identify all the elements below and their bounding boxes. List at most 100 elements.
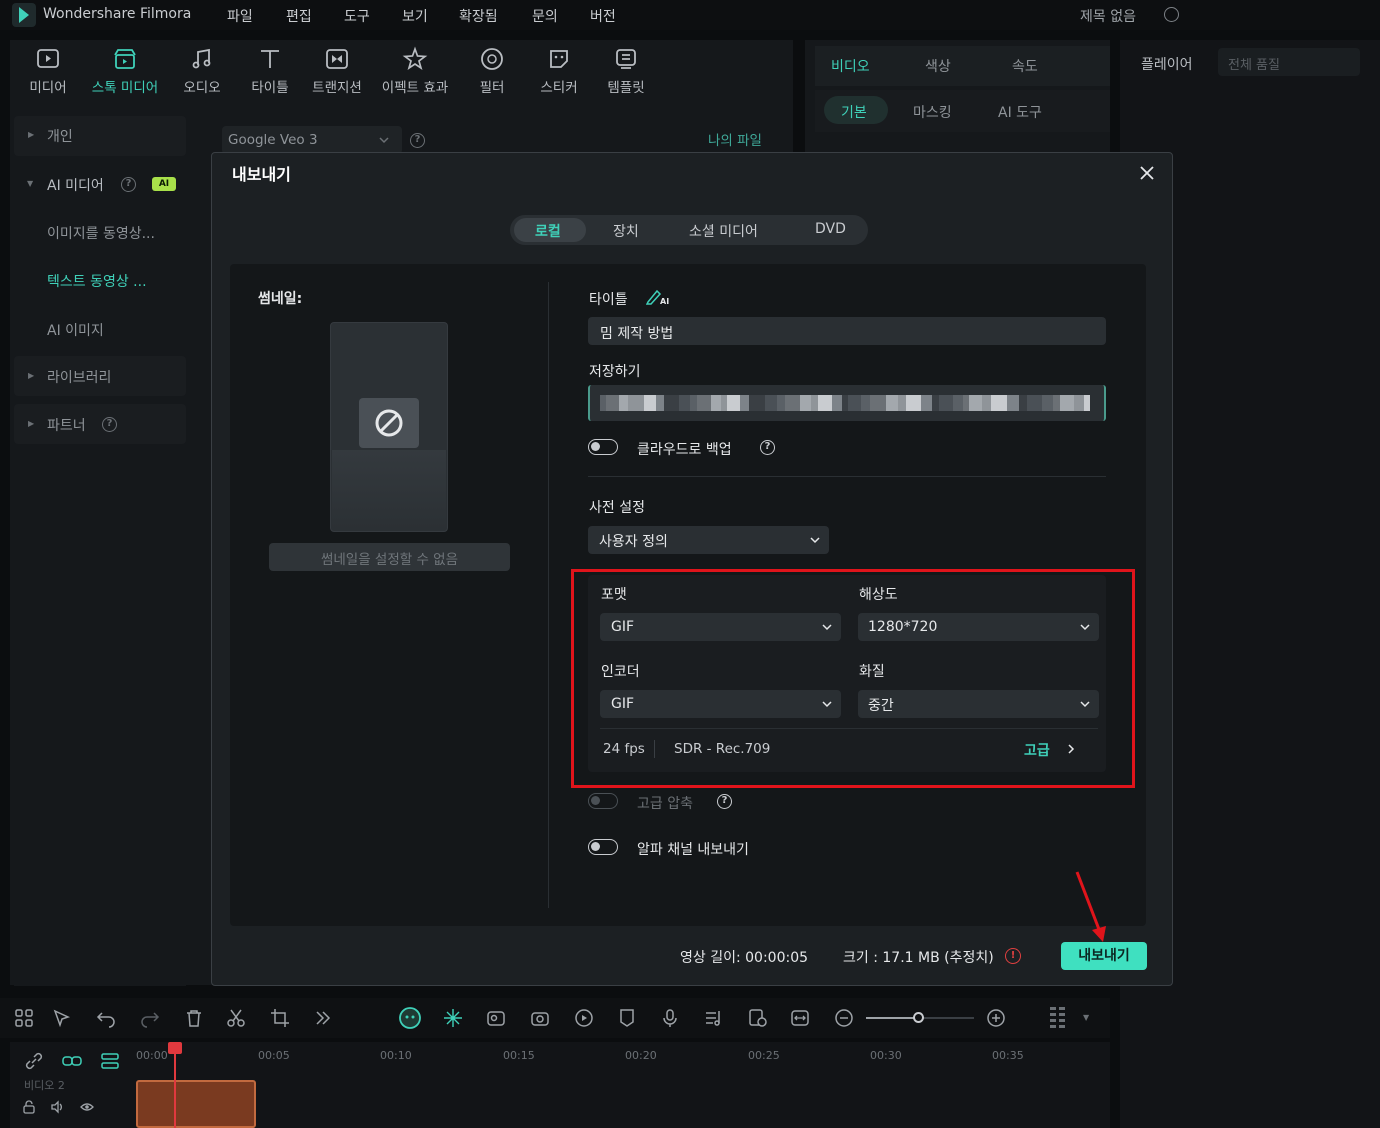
timeline-video-clip[interactable] bbox=[136, 1080, 256, 1128]
audio-mixer-icon[interactable] bbox=[704, 1008, 724, 1028]
visibility-eye-icon[interactable] bbox=[80, 1100, 94, 1114]
filmora-logo-icon bbox=[12, 3, 36, 27]
menu-tools[interactable]: 도구 bbox=[344, 6, 370, 26]
sticker-icon bbox=[546, 46, 572, 72]
sub-tab-masking[interactable]: 마스킹 bbox=[913, 102, 952, 122]
effects-icon bbox=[402, 46, 428, 72]
alpha-channel-toggle[interactable] bbox=[588, 839, 618, 855]
tab-color[interactable]: 색상 bbox=[925, 56, 951, 76]
toolbar-media[interactable]: 미디어 bbox=[13, 46, 83, 96]
delete-icon[interactable] bbox=[184, 1008, 204, 1028]
save-path-input[interactable] bbox=[588, 385, 1106, 421]
ai-badge: AI bbox=[152, 177, 176, 191]
timecode: 00:05 bbox=[258, 1049, 290, 1062]
crop-icon[interactable] bbox=[270, 1008, 290, 1028]
help-icon[interactable]: ? bbox=[760, 440, 775, 455]
playhead-handle[interactable] bbox=[168, 1042, 182, 1054]
advanced-compression-toggle[interactable] bbox=[588, 793, 618, 809]
help-icon[interactable]: ? bbox=[717, 794, 732, 809]
menu-file[interactable]: 파일 bbox=[227, 6, 253, 26]
split-icon[interactable] bbox=[226, 1008, 246, 1028]
ai-assistant-icon[interactable] bbox=[398, 1006, 422, 1030]
help-icon[interactable]: ? bbox=[121, 177, 136, 192]
library-item-label: 라이브러리 bbox=[47, 370, 112, 386]
more-tools-icon[interactable] bbox=[313, 1008, 333, 1028]
toolbar-templates[interactable]: 템플릿 bbox=[591, 46, 661, 96]
help-icon[interactable]: ? bbox=[102, 417, 117, 432]
track-manager-icon[interactable] bbox=[100, 1051, 120, 1071]
replace-media-icon[interactable] bbox=[748, 1008, 768, 1028]
toolbar-titles[interactable]: 타이틀 bbox=[235, 46, 305, 96]
tab-device[interactable]: 장치 bbox=[613, 221, 639, 241]
microphone-icon[interactable] bbox=[660, 1008, 680, 1028]
highlight-annotation bbox=[571, 569, 1135, 788]
dropdown-arrow-icon[interactable]: ▼ bbox=[1083, 1013, 1089, 1022]
select-tool-icon[interactable] bbox=[52, 1008, 72, 1028]
lock-icon[interactable] bbox=[22, 1100, 36, 1114]
toolbar-audio[interactable]: 오디오 bbox=[167, 46, 237, 96]
snapshot-icon[interactable] bbox=[530, 1008, 550, 1028]
alpha-channel-label: 알파 채널 내보내기 bbox=[637, 842, 749, 858]
undo-icon[interactable] bbox=[96, 1008, 116, 1028]
blurred-path-segment bbox=[818, 395, 832, 411]
fit-timeline-icon[interactable] bbox=[790, 1008, 810, 1028]
tab-speed[interactable]: 속도 bbox=[1012, 56, 1038, 76]
my-files-link[interactable]: 나의 파일 bbox=[708, 129, 762, 149]
library-item-ai-media[interactable]: AI 미디어 bbox=[47, 175, 104, 195]
library-item-personal[interactable] bbox=[14, 116, 186, 156]
toolbar-stock-media[interactable]: 스톡 미디어 bbox=[90, 46, 160, 96]
link-icon[interactable] bbox=[24, 1051, 44, 1071]
auto-highlight-icon[interactable] bbox=[443, 1008, 463, 1028]
toolbar-stickers[interactable]: 스티커 bbox=[524, 46, 594, 96]
blurred-path-segment bbox=[1060, 395, 1074, 411]
menu-help[interactable]: 문의 bbox=[532, 6, 558, 26]
tab-video[interactable]: 비디오 bbox=[831, 56, 870, 76]
ai-title-icon[interactable]: AI bbox=[646, 288, 670, 306]
sub-tab-ai-tools[interactable]: AI 도구 bbox=[998, 102, 1042, 122]
blurred-path-segment bbox=[1042, 395, 1053, 411]
marker-icon[interactable] bbox=[617, 1008, 637, 1028]
blurred-path-segment bbox=[777, 395, 785, 411]
blurred-path-segment bbox=[1007, 395, 1019, 411]
menu-version[interactable]: 버전 bbox=[590, 6, 616, 26]
video-length-value: 00:00:05 bbox=[745, 950, 809, 966]
zoom-out-icon[interactable] bbox=[834, 1008, 854, 1028]
blurred-path-segment bbox=[690, 395, 697, 411]
toolbar-effects[interactable]: 이펙트 효과 bbox=[375, 46, 455, 96]
blurred-path-segment bbox=[697, 395, 711, 411]
library-item-partner[interactable] bbox=[14, 404, 186, 444]
document-title: 제목 없음 bbox=[1080, 9, 1136, 25]
toolbar-transitions[interactable]: 트랜지션 bbox=[302, 46, 372, 96]
library-item-image-to-video[interactable]: 이미지를 동영상... bbox=[47, 223, 155, 243]
menu-edit[interactable]: 편집 bbox=[286, 6, 312, 26]
redo-icon[interactable] bbox=[140, 1008, 160, 1028]
timecode: 00:35 bbox=[992, 1049, 1024, 1062]
tab-social-media[interactable]: 소셜 미디어 bbox=[689, 221, 758, 241]
smart-cutout-icon[interactable] bbox=[486, 1008, 506, 1028]
library-item-ai-image[interactable]: AI 이미지 bbox=[47, 320, 104, 340]
close-icon[interactable] bbox=[1136, 162, 1158, 184]
menu-extensions[interactable]: 확장됨 bbox=[459, 6, 498, 26]
warning-icon[interactable]: ! bbox=[1005, 948, 1021, 964]
menu-view[interactable]: 보기 bbox=[402, 6, 428, 26]
grid-icon[interactable] bbox=[1048, 1005, 1068, 1033]
layout-icon[interactable] bbox=[14, 1008, 34, 1028]
zoom-slider-handle[interactable] bbox=[913, 1012, 924, 1023]
blurred-path-segment bbox=[898, 395, 906, 411]
cloud-backup-toggle[interactable] bbox=[588, 439, 618, 455]
chain-icon[interactable] bbox=[62, 1051, 82, 1071]
export-button[interactable]: 내보내기 bbox=[1061, 942, 1147, 970]
playback-icon[interactable] bbox=[574, 1008, 594, 1028]
save-status-icon bbox=[1164, 7, 1179, 22]
zoom-in-icon[interactable] bbox=[986, 1008, 1006, 1028]
toolbar-filters[interactable]: 필터 bbox=[457, 46, 527, 96]
help-icon[interactable]: ? bbox=[410, 133, 425, 148]
library-item-text-to-video[interactable]: 텍스트 동영상 ... bbox=[47, 271, 147, 291]
playhead[interactable] bbox=[174, 1044, 176, 1128]
blurred-path-segment bbox=[749, 395, 765, 411]
stock-media-icon bbox=[112, 46, 138, 72]
blurred-path-segment bbox=[1084, 395, 1090, 411]
volume-icon[interactable] bbox=[50, 1100, 64, 1114]
player-label: 플레이어 bbox=[1141, 57, 1193, 73]
tab-dvd[interactable]: DVD bbox=[815, 221, 846, 237]
